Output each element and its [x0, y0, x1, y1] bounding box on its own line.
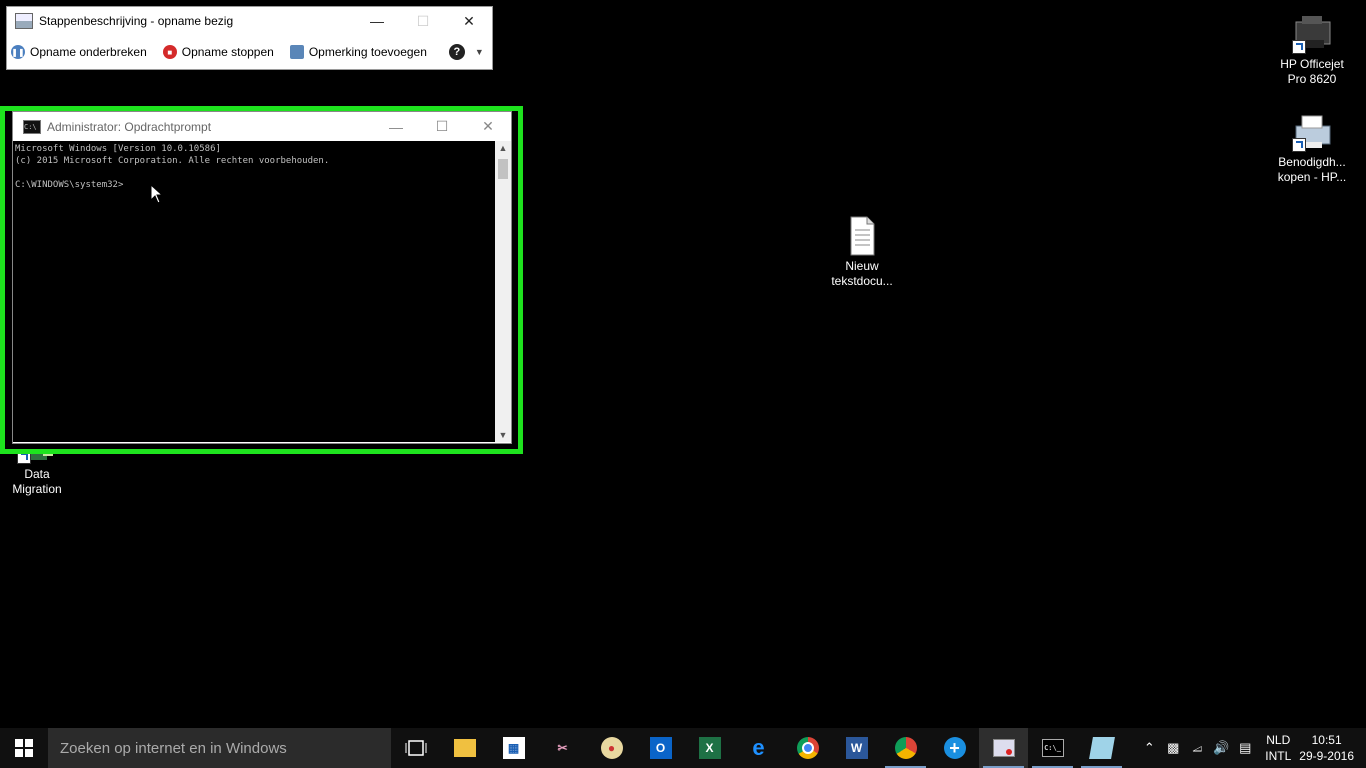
- chevron-up-icon[interactable]: ⌃: [1137, 740, 1161, 756]
- start-button[interactable]: [0, 728, 48, 768]
- taskbar-word[interactable]: W: [832, 728, 881, 768]
- desktop-icon-label: kopen - HP...: [1277, 170, 1347, 184]
- desktop-icon-label: tekstdocu...: [831, 274, 893, 288]
- chrome-icon: [796, 737, 819, 759]
- language-indicator[interactable]: NLD INTL: [1265, 732, 1291, 764]
- steps-recorder-icon: [992, 739, 1015, 757]
- desktop-icon-nieuw-tekstdocument[interactable]: Nieuw tekstdocu...: [822, 216, 902, 289]
- scroll-up-icon[interactable]: ▲: [495, 141, 511, 155]
- clock[interactable]: 10:51 29-9-2016: [1299, 732, 1354, 764]
- taskbar-chrome-profile[interactable]: [881, 728, 930, 768]
- steps-recorder-toolbar: ❚❚ Opname onderbreken ■ Opname stoppen O…: [7, 35, 492, 69]
- desktop-icon-hp-officejet[interactable]: HP Officejet Pro 8620: [1272, 14, 1352, 87]
- stop-recording-label: Opname stoppen: [181, 45, 274, 59]
- steps-recorder-titlebar[interactable]: Stappenbeschrijving - opname bezig — ☐ ✕: [7, 7, 492, 35]
- desktop-icon-label: HP Officejet: [1280, 57, 1344, 71]
- windows-logo-icon: [15, 739, 33, 757]
- desktop-icon-label: Data: [24, 467, 50, 481]
- battery-icon[interactable]: ▩: [1161, 740, 1185, 756]
- steps-recorder-app-icon: [15, 13, 33, 29]
- shortcut-arrow-icon: [1292, 138, 1306, 152]
- folder-icon: [453, 739, 476, 757]
- taskbar-plus-app[interactable]: +: [930, 728, 979, 768]
- taskbar-file-explorer[interactable]: [440, 728, 489, 768]
- console-line: (c) 2015 Microsoft Corporation. Alle rec…: [15, 156, 330, 166]
- task-view-button[interactable]: [391, 728, 440, 768]
- taskbar-steps-recorder[interactable]: [979, 728, 1028, 768]
- cmd-icon: C:\_: [1041, 739, 1064, 757]
- volume-icon[interactable]: 🔊: [1209, 740, 1233, 756]
- taskbar-excel[interactable]: X: [685, 728, 734, 768]
- system-tray: ⌃ ▩ ⧡ 🔊 ▤ NLD INTL 10:51 29-9-2016: [1137, 728, 1366, 768]
- window-title: Stappenbeschrijving - opname bezig: [39, 14, 234, 28]
- taskbar-command-prompt[interactable]: C:\_: [1028, 728, 1077, 768]
- command-prompt-window: C:\ Administrator: Opdrachtprompt — ☐ ✕ …: [12, 111, 512, 444]
- vertical-scrollbar[interactable]: ▲ ▼: [495, 141, 511, 442]
- scroll-thumb[interactable]: [498, 159, 508, 179]
- scissors-icon: ✂: [557, 741, 568, 755]
- store-icon: ▦: [502, 737, 525, 759]
- maximize-button[interactable]: ☐: [419, 113, 465, 141]
- word-icon: W: [845, 737, 868, 759]
- desktop-icon-benodigdheden[interactable]: Benodigdh... kopen - HP...: [1272, 112, 1352, 185]
- shortcut-arrow-icon: [1292, 40, 1306, 54]
- edge-icon: e: [752, 735, 765, 760]
- mouse-cursor-icon: [150, 184, 164, 204]
- language-code: NLD: [1266, 733, 1291, 747]
- clock-date: 29-9-2016: [1299, 749, 1354, 763]
- cmd-app-icon: C:\: [23, 119, 41, 134]
- stop-recording-button[interactable]: ■ Opname stoppen: [162, 45, 274, 59]
- keyboard-layout: INTL: [1265, 749, 1292, 763]
- stop-icon: ■: [162, 45, 177, 59]
- text-document-icon: [842, 216, 882, 256]
- clock-time: 10:51: [1311, 733, 1342, 747]
- scroll-down-icon[interactable]: ▼: [495, 428, 511, 442]
- add-comment-label: Opmerking toevoegen: [308, 45, 427, 59]
- pause-recording-button[interactable]: ❚❚ Opname onderbreken: [11, 45, 147, 59]
- taskbar-edge[interactable]: e: [734, 728, 783, 768]
- printer-icon: [1292, 14, 1332, 54]
- desktop-icon-label: Pro 8620: [1287, 72, 1337, 86]
- add-comment-button[interactable]: Opmerking toevoegen: [289, 45, 427, 59]
- outlook-icon: O: [649, 737, 672, 759]
- close-button[interactable]: ✕: [465, 113, 511, 141]
- taskbar: Zoeken op internet en in Windows ▦ ✂ ● O…: [0, 728, 1366, 768]
- pause-recording-label: Opname onderbreken: [30, 45, 147, 59]
- help-icon[interactable]: ?: [448, 44, 465, 60]
- notifications-icon[interactable]: ▤: [1233, 740, 1257, 756]
- command-prompt-titlebar[interactable]: C:\ Administrator: Opdrachtprompt — ☐ ✕: [13, 112, 511, 141]
- chrome-profile-icon: [894, 737, 917, 759]
- taskbar-notepad[interactable]: [1077, 728, 1126, 768]
- plus-icon: +: [943, 737, 966, 759]
- desktop-icon-label: Migration: [12, 482, 62, 496]
- notepad-icon: [1088, 737, 1115, 759]
- close-button[interactable]: ✕: [446, 7, 492, 35]
- taskbar-outlook[interactable]: O: [636, 728, 685, 768]
- taskbar-chrome[interactable]: [783, 728, 832, 768]
- taskbar-paint[interactable]: ●: [587, 728, 636, 768]
- console-line: Microsoft Windows [Version 10.0.10586]: [15, 144, 221, 154]
- pause-icon: ❚❚: [11, 45, 25, 59]
- excel-icon: X: [698, 737, 721, 759]
- desktop-icon-label: Benodigdh...: [1278, 155, 1346, 169]
- taskbar-store[interactable]: ▦: [489, 728, 538, 768]
- comment-icon: [289, 45, 304, 59]
- palette-icon: ●: [600, 737, 623, 759]
- console-output[interactable]: Microsoft Windows [Version 10.0.10586] (c…: [13, 141, 495, 442]
- wifi-icon[interactable]: ⧡: [1185, 740, 1209, 756]
- desktop-icon-label: Nieuw: [845, 259, 879, 273]
- minimize-button[interactable]: —: [354, 7, 400, 35]
- console-prompt: C:\WINDOWS\system32>: [15, 180, 124, 190]
- maximize-button: ☐: [416, 12, 430, 29]
- search-box[interactable]: Zoeken op internet en in Windows: [48, 728, 391, 768]
- minimize-button[interactable]: —: [373, 113, 419, 141]
- window-title: Administrator: Opdrachtprompt: [47, 119, 212, 134]
- taskbar-snipping-tool[interactable]: ✂: [538, 728, 587, 768]
- printer-supplies-icon: [1292, 112, 1332, 152]
- chevron-down-icon[interactable]: ▼: [475, 47, 484, 57]
- steps-recorder-window: Stappenbeschrijving - opname bezig — ☐ ✕…: [6, 6, 493, 70]
- task-view-icon: [405, 740, 426, 756]
